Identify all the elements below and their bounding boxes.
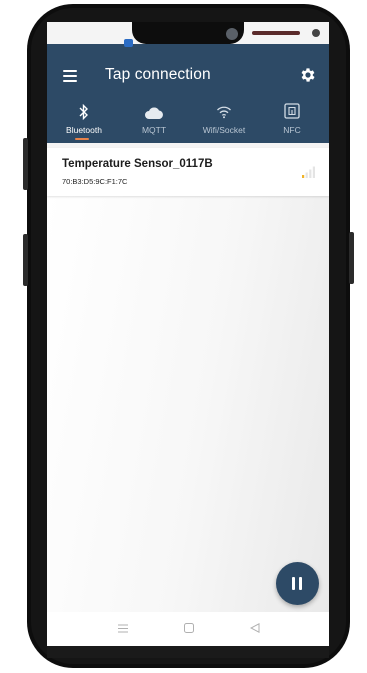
- wifi-icon: [217, 106, 231, 119]
- phone-bottom-bezel: [47, 646, 329, 658]
- signal-strength-icon: [302, 166, 315, 178]
- notch: [132, 22, 320, 44]
- page-title: Tap connection: [105, 66, 211, 83]
- nfc-icon: [284, 103, 300, 119]
- pause-icon-bar: [299, 577, 302, 590]
- device-mac-address: 70:B3:D5:9C:F1:7C: [62, 177, 128, 186]
- list-item[interactable]: [47, 148, 329, 196]
- active-tab-indicator: [75, 138, 89, 140]
- cloud-icon: [145, 107, 163, 119]
- pause-icon: [292, 577, 295, 590]
- notification-icon: [124, 39, 133, 47]
- menu-nav-icon[interactable]: [118, 624, 128, 633]
- tab-bluetooth[interactable]: Bluetooth: [49, 98, 119, 143]
- proximity-sensor: [312, 29, 320, 37]
- back-nav-icon[interactable]: [250, 623, 260, 633]
- tab-wifi-socket[interactable]: Wifi/Socket: [189, 98, 259, 143]
- home-nav-icon[interactable]: [184, 623, 194, 633]
- earpiece: [252, 31, 300, 35]
- tab-mqtt[interactable]: MQTT: [119, 98, 189, 143]
- pause-button[interactable]: [276, 562, 319, 605]
- tab-nfc[interactable]: NFC: [257, 98, 327, 143]
- bluetooth-icon: [79, 104, 88, 120]
- menu-icon[interactable]: [63, 70, 77, 85]
- volume-button: [23, 138, 28, 190]
- screen: Tap connection Bluetooth MQTT Wifi/Socke…: [47, 22, 329, 646]
- volume-button-lower: [23, 234, 28, 286]
- gear-icon[interactable]: [299, 66, 317, 84]
- front-camera: [226, 28, 238, 40]
- power-button: [349, 232, 354, 284]
- tab-label: NFC: [283, 125, 301, 135]
- tab-label: Bluetooth: [66, 125, 102, 135]
- device-list-area: [47, 196, 329, 612]
- tab-label: Wifi/Socket: [202, 125, 246, 135]
- device-name: Temperature Sensor_0117B: [62, 158, 213, 170]
- tab-label: MQTT: [141, 125, 167, 135]
